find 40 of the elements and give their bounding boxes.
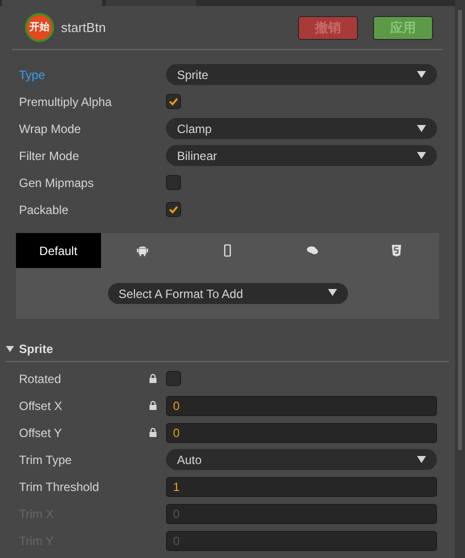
section-header[interactable]: Sprite	[6, 336, 449, 362]
property-label: Trim Threshold	[19, 478, 100, 496]
checkbox[interactable]	[166, 371, 181, 386]
scrollbar-thumb[interactable]	[458, 10, 462, 450]
caret-icon	[417, 125, 426, 132]
android-icon	[136, 244, 150, 257]
node-icon: 开始	[25, 13, 54, 42]
panel-tab[interactable]	[2, 0, 102, 6]
shield-icon	[390, 244, 404, 257]
property-label: Trim Type	[19, 452, 73, 468]
dropdown[interactable]: Auto	[166, 449, 437, 470]
checkbox[interactable]	[166, 175, 181, 190]
node-name: startBtn	[61, 18, 106, 37]
number-field[interactable]: 0	[166, 422, 437, 442]
caret-icon	[328, 288, 336, 296]
property-label: Offset Y	[19, 424, 63, 442]
caret-icon	[417, 152, 426, 159]
dropdown[interactable]: Clamp	[166, 118, 437, 139]
format-dropdown[interactable]: Select A Format To Add	[108, 283, 348, 304]
chat-bubbles-icon	[306, 244, 319, 257]
number-field[interactable]: 0	[166, 396, 437, 416]
checkmark-icon	[168, 204, 179, 215]
checkbox[interactable]	[166, 202, 181, 217]
property-label: Offset X	[19, 398, 64, 414]
property-label: Packable	[19, 202, 70, 218]
dropdown[interactable]: Bilinear	[166, 145, 437, 166]
property-label: Premultiply Alpha	[19, 94, 113, 110]
checkbox[interactable]	[166, 94, 181, 109]
number-field[interactable]: 1	[166, 476, 437, 496]
panel-tab[interactable]	[106, 0, 196, 6]
caret-icon	[417, 456, 426, 463]
property-label: Wrap Mode	[19, 120, 82, 138]
property-label: Type	[19, 66, 46, 84]
checkmark-icon	[168, 96, 179, 107]
caret-icon	[417, 71, 426, 78]
property-label: Rotated	[19, 370, 62, 388]
platform-tab[interactable]: Default	[16, 233, 101, 268]
property-label: Gen Mipmaps	[19, 174, 95, 192]
property-label: Filter Mode	[19, 148, 80, 164]
dropdown[interactable]: Sprite	[166, 64, 437, 85]
